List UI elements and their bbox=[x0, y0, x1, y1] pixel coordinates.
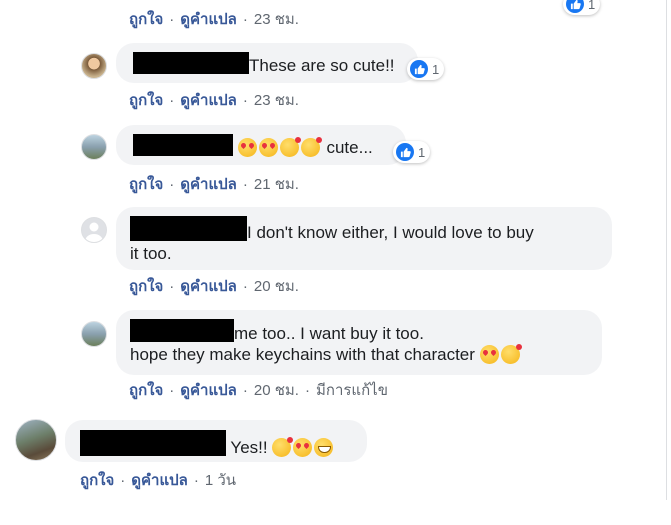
like-link[interactable]: ถูกใจ bbox=[80, 472, 114, 489]
avatar[interactable] bbox=[15, 419, 57, 461]
redacted-name bbox=[80, 430, 226, 456]
avatar[interactable] bbox=[81, 134, 107, 160]
like-icon bbox=[410, 60, 428, 78]
reaction-count: 1 bbox=[418, 144, 426, 160]
translate-link[interactable]: ดูคำแปล bbox=[180, 11, 237, 28]
heart-eyes-emoji bbox=[258, 138, 278, 157]
comment-actions: ถูกใจ · ดูคำแปล · 23 ชม. bbox=[129, 88, 299, 112]
comment-bubble: These are so cute!! bbox=[116, 43, 418, 83]
redacted-name bbox=[130, 216, 247, 241]
reaction-badge[interactable]: 1 bbox=[407, 58, 445, 80]
comment-text: Yes!! bbox=[230, 438, 268, 457]
kissing-heart-emoji bbox=[279, 137, 301, 157]
heart-eyes-emoji bbox=[293, 438, 313, 457]
comment-text: cute... bbox=[321, 138, 373, 157]
comment-text-line1: I don't know either, I would love to buy bbox=[247, 223, 534, 242]
like-link[interactable]: ถูกใจ bbox=[129, 278, 163, 295]
translate-link[interactable]: ดูคำแปล bbox=[180, 176, 237, 193]
comment-text-line1: me too.. I want buy it too. bbox=[234, 324, 424, 343]
separator: · bbox=[169, 92, 175, 109]
avatar[interactable] bbox=[81, 53, 107, 79]
translate-link[interactable]: ดูคำแปล bbox=[180, 278, 237, 295]
separator: · bbox=[120, 472, 126, 489]
like-link[interactable]: ถูกใจ bbox=[129, 176, 163, 193]
comment-text: These are so cute!! bbox=[249, 56, 395, 75]
comment-actions: ถูกใจ · ดูคำแปล · 21 ชม. bbox=[129, 172, 299, 196]
comment-bubble: me too.. I want buy it too. hope they ma… bbox=[116, 310, 602, 375]
redacted-name bbox=[133, 52, 249, 74]
avatar[interactable] bbox=[81, 321, 107, 347]
separator: · bbox=[169, 382, 175, 399]
redacted-name bbox=[133, 134, 233, 156]
timestamp[interactable]: 20 ชม. bbox=[254, 382, 299, 399]
reaction-badge[interactable]: 1 bbox=[563, 0, 601, 15]
translate-link[interactable]: ดูคำแปล bbox=[131, 472, 188, 489]
timestamp[interactable]: 20 ชม. bbox=[254, 278, 299, 295]
separator: · bbox=[242, 176, 248, 193]
like-link[interactable]: ถูกใจ bbox=[129, 11, 163, 28]
separator: · bbox=[242, 278, 248, 295]
timestamp[interactable]: 1 วัน bbox=[205, 472, 236, 489]
separator: · bbox=[242, 11, 248, 28]
translate-link[interactable]: ดูคำแปล bbox=[180, 382, 237, 399]
heart-eyes-emoji bbox=[479, 345, 499, 364]
timestamp[interactable]: 21 ชม. bbox=[254, 176, 299, 193]
comment-actions: ถูกใจ · ดูคำแปล · 1 วัน bbox=[80, 468, 236, 492]
thread-border bbox=[666, 0, 667, 500]
grinning-emoji bbox=[314, 438, 334, 457]
comment-text-line2: it too. bbox=[130, 244, 172, 263]
heart-eyes-emoji bbox=[237, 138, 257, 157]
comment-actions: ถูกใจ · ดูคำแปล · 23 ชม. bbox=[129, 7, 299, 31]
comment-bubble: I don't know either, I would love to buy… bbox=[116, 207, 612, 270]
like-link[interactable]: ถูกใจ bbox=[129, 92, 163, 109]
comment-actions: ถูกใจ · ดูคำแปล · 20 ชม. · มีการแก้ไข bbox=[129, 378, 388, 402]
translate-link[interactable]: ดูคำแปล bbox=[180, 92, 237, 109]
like-link[interactable]: ถูกใจ bbox=[129, 382, 163, 399]
separator: · bbox=[169, 176, 175, 193]
separator: · bbox=[242, 382, 248, 399]
separator: · bbox=[169, 11, 175, 28]
comment-bubble: Yes!! bbox=[65, 420, 367, 462]
reaction-count: 1 bbox=[432, 61, 440, 77]
edited-label[interactable]: มีการแก้ไข bbox=[316, 382, 388, 399]
reaction-badge[interactable]: 1 bbox=[393, 141, 431, 163]
like-icon bbox=[566, 0, 584, 13]
separator: · bbox=[242, 92, 248, 109]
kissing-heart-emoji bbox=[272, 437, 294, 457]
kissing-heart-emoji bbox=[300, 137, 322, 157]
separator: · bbox=[169, 278, 175, 295]
timestamp[interactable]: 23 ชม. bbox=[254, 92, 299, 109]
separator: · bbox=[193, 472, 199, 489]
kissing-heart-emoji bbox=[500, 344, 522, 364]
comment-text-line2: hope they make keychains with that chara… bbox=[130, 345, 475, 364]
default-avatar-icon[interactable] bbox=[81, 217, 107, 243]
redacted-name bbox=[130, 319, 234, 342]
separator: · bbox=[304, 382, 310, 399]
comment-bubble: cute... bbox=[116, 125, 406, 165]
reaction-count: 1 bbox=[588, 0, 596, 12]
timestamp[interactable]: 23 ชม. bbox=[254, 11, 299, 28]
comment-actions: ถูกใจ · ดูคำแปล · 20 ชม. bbox=[129, 274, 299, 298]
like-icon bbox=[396, 143, 414, 161]
